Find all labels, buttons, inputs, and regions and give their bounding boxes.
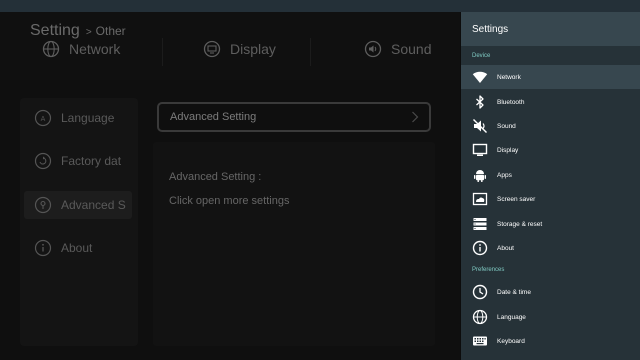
drawer-item-network[interactable]: Network bbox=[461, 65, 640, 89]
section-label-device: Device bbox=[472, 53, 491, 59]
globe-icon bbox=[42, 40, 60, 58]
svg-text:A: A bbox=[41, 116, 46, 123]
top-status-strip bbox=[0, 0, 640, 12]
left-menu-item-advanced[interactable]: Advanced S bbox=[24, 191, 132, 219]
sound-off-icon bbox=[473, 119, 487, 133]
drawer-item-label: Sound bbox=[497, 122, 516, 130]
wifi-icon bbox=[472, 71, 488, 83]
display-icon bbox=[203, 40, 221, 58]
drawer-item-date-time[interactable]: Date & time bbox=[461, 280, 640, 304]
drawer-item-label: Apps bbox=[497, 171, 512, 179]
drawer-item-label: Language bbox=[497, 313, 526, 321]
tab-divider bbox=[310, 38, 311, 66]
tab-sound[interactable]: Sound bbox=[364, 40, 431, 58]
left-menu-label: Factory dat bbox=[61, 154, 122, 168]
drawer-item-label: Screen saver bbox=[497, 195, 536, 203]
left-menu: A Language Factory dat Advanced S About bbox=[20, 98, 138, 346]
drawer-item-storage-reset[interactable]: Storage & reset bbox=[461, 212, 640, 236]
tab-sound-label: Sound bbox=[391, 41, 432, 57]
info-icon bbox=[472, 240, 488, 256]
left-menu-item-about[interactable]: About bbox=[24, 234, 132, 262]
language-icon: A bbox=[34, 109, 52, 127]
section-label-preferences: Preferences bbox=[472, 267, 505, 273]
advanced-icon bbox=[34, 196, 52, 214]
drawer-item-label: Network bbox=[497, 73, 521, 81]
drawer-item-label: Date & time bbox=[497, 288, 531, 296]
tab-display-label: Display bbox=[230, 41, 276, 57]
drawer-item-label: Storage & reset bbox=[497, 220, 543, 228]
clock-icon bbox=[472, 284, 488, 300]
drawer-item-keyboard[interactable]: Keyboard bbox=[461, 329, 640, 353]
description-title: Advanced Setting : bbox=[169, 171, 262, 183]
bluetooth-icon bbox=[476, 95, 484, 109]
info-icon bbox=[34, 239, 52, 257]
drawer-item-bluetooth[interactable]: Bluetooth bbox=[461, 90, 640, 114]
breadcrumb-current: Other bbox=[95, 24, 126, 38]
factory-reset-icon bbox=[34, 152, 52, 170]
speaker-icon bbox=[364, 40, 382, 58]
tab-network[interactable]: Network bbox=[42, 40, 120, 58]
drawer-item-label: Display bbox=[497, 146, 519, 154]
storage-icon bbox=[473, 218, 487, 230]
drawer-header: Settings bbox=[461, 12, 640, 46]
breadcrumb: Setting > Other bbox=[30, 22, 126, 40]
left-menu-label: Advanced S bbox=[61, 198, 126, 212]
drawer-item-language[interactable]: Language bbox=[461, 305, 640, 329]
monitor-icon bbox=[472, 143, 488, 156]
tab-network-label: Network bbox=[69, 41, 121, 57]
advanced-setting-label: Advanced Setting bbox=[170, 111, 257, 123]
drawer-item-label: About bbox=[497, 244, 514, 252]
breadcrumb-separator: > bbox=[85, 27, 92, 38]
settings-drawer: Settings Device Network Bluetooth Sound … bbox=[461, 12, 640, 360]
description-text: Click open more settings bbox=[169, 195, 290, 207]
advanced-setting-button[interactable]: Advanced Setting bbox=[157, 102, 431, 132]
drawer-item-label: Bluetooth bbox=[497, 98, 525, 106]
drawer-item-display[interactable]: Display bbox=[461, 138, 640, 162]
screensaver-icon bbox=[472, 192, 488, 206]
tab-divider bbox=[162, 38, 163, 66]
left-menu-item-factory-data[interactable]: Factory dat bbox=[24, 147, 132, 175]
drawer-item-label: Keyboard bbox=[497, 337, 525, 345]
language-icon bbox=[472, 309, 488, 325]
left-menu-label: Language bbox=[61, 111, 115, 125]
tab-display[interactable]: Display bbox=[203, 40, 276, 58]
drawer-item-screen-saver[interactable]: Screen saver bbox=[461, 187, 640, 211]
chevron-right-icon bbox=[412, 111, 419, 123]
description-panel: Advanced Setting : Click open more setti… bbox=[153, 142, 435, 346]
left-menu-item-language[interactable]: A Language bbox=[24, 104, 132, 132]
android-icon bbox=[474, 170, 486, 182]
keyboard-icon bbox=[473, 336, 487, 346]
left-menu-label: About bbox=[61, 241, 93, 255]
drawer-item-sound[interactable]: Sound bbox=[461, 114, 640, 138]
drawer-title: Settings bbox=[472, 23, 509, 35]
breadcrumb-root: Setting bbox=[30, 22, 80, 39]
drawer-item-about[interactable]: About bbox=[461, 236, 640, 260]
drawer-item-apps[interactable]: Apps bbox=[461, 163, 640, 187]
